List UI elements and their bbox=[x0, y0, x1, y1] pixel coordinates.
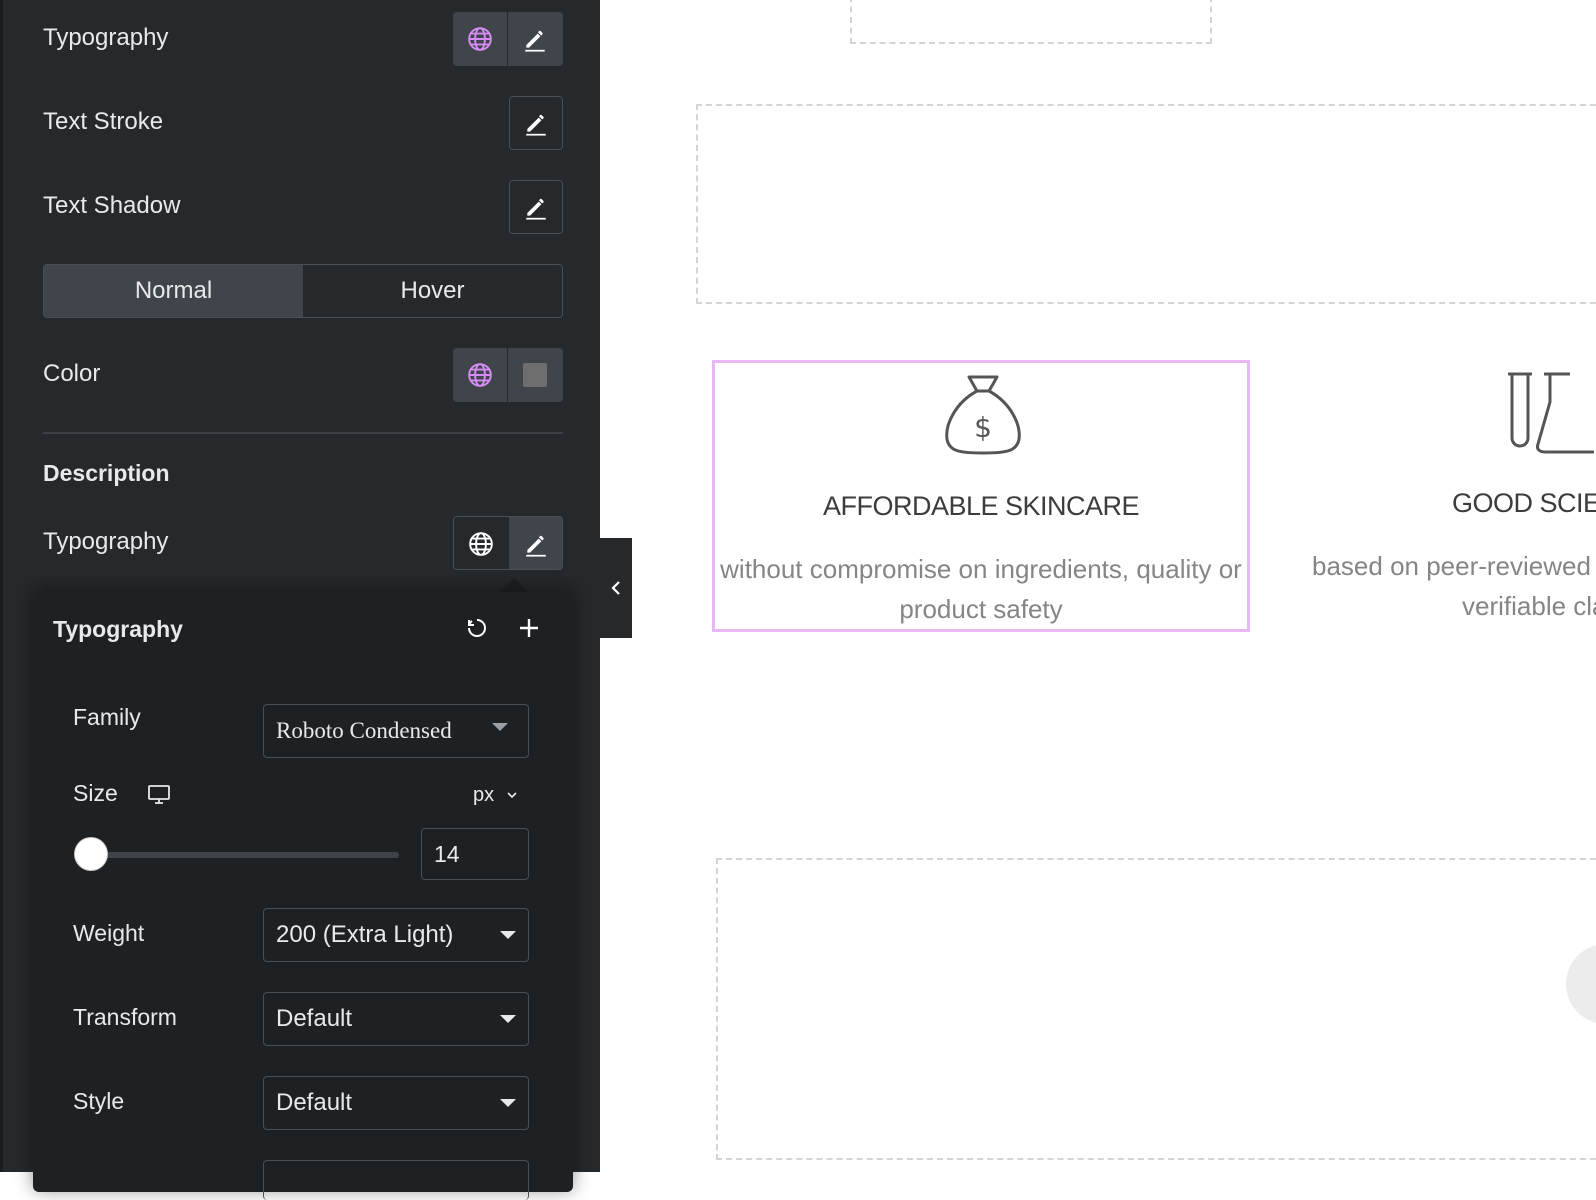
money-bag-icon: $ bbox=[945, 375, 1021, 455]
title-typography-label: Typography bbox=[43, 24, 169, 51]
pencil-icon bbox=[526, 198, 546, 220]
global-colors-button[interactable] bbox=[453, 348, 507, 402]
unit-value: px bbox=[473, 784, 495, 806]
desktop-icon[interactable] bbox=[147, 782, 171, 806]
edit-text-stroke-button[interactable] bbox=[509, 96, 563, 150]
style-value: Default bbox=[276, 1089, 353, 1116]
unit-selector[interactable]: px bbox=[473, 784, 518, 807]
family-label: Family bbox=[73, 704, 141, 730]
edit-typography-button[interactable] bbox=[507, 12, 561, 66]
globe-icon bbox=[468, 27, 492, 51]
chevron-down-icon bbox=[492, 723, 508, 731]
description-line: based on peer-reviewed sc bbox=[1312, 551, 1596, 581]
icon-box-affordable[interactable]: $ AFFORDABLE SKINCARE without compromise… bbox=[712, 360, 1250, 632]
feature-title: GOOD SCIE bbox=[1452, 488, 1596, 518]
empty-section[interactable] bbox=[716, 858, 1596, 1160]
style-select[interactable]: Default bbox=[263, 1076, 529, 1130]
desc-typography-controls bbox=[453, 516, 563, 570]
family-select[interactable]: Roboto Condensed bbox=[263, 704, 529, 758]
typography-popover: Typography Family Roboto Condensed Size … bbox=[33, 592, 573, 1200]
size-label: Size bbox=[73, 780, 118, 806]
style-panel: Typography Text Stroke Text Shadow Norma… bbox=[0, 0, 600, 1200]
section-divider bbox=[43, 432, 563, 434]
collapse-panel-button[interactable] bbox=[600, 538, 632, 638]
size-input[interactable]: 14 bbox=[421, 828, 529, 880]
title-typography-controls bbox=[453, 12, 563, 66]
lab-flask-icon bbox=[1508, 372, 1594, 454]
pencil-icon bbox=[526, 114, 546, 136]
svg-text:$: $ bbox=[974, 411, 992, 444]
transform-label: Transform bbox=[73, 1004, 177, 1030]
transform-value: Default bbox=[276, 1005, 353, 1032]
popover-title: Typography bbox=[53, 616, 183, 642]
text-shadow-label: Text Shadow bbox=[43, 192, 181, 219]
state-tabs: Normal Hover bbox=[43, 264, 563, 318]
chevron-down-icon bbox=[507, 792, 517, 799]
pencil-icon bbox=[525, 535, 546, 557]
color-swatch bbox=[522, 363, 547, 387]
global-fonts-button[interactable] bbox=[453, 12, 507, 66]
edit-typography-button[interactable] bbox=[508, 517, 562, 569]
color-swatch-button[interactable] bbox=[507, 348, 561, 402]
chevron-down-icon bbox=[500, 1099, 516, 1107]
chevron-down-icon bbox=[500, 1015, 516, 1023]
empty-column[interactable] bbox=[850, 0, 1212, 44]
feature-title: AFFORDABLE SKINCARE bbox=[822, 491, 1140, 521]
icon-box-science[interactable]: GOOD SCIE based on peer-reviewed sc veri… bbox=[1290, 360, 1596, 632]
family-value: Roboto Condensed bbox=[276, 718, 452, 743]
weight-select[interactable]: 200 (Extra Light) bbox=[263, 908, 529, 962]
text-stroke-label: Text Stroke bbox=[43, 108, 164, 135]
pencil-icon bbox=[524, 30, 545, 52]
reset-button[interactable] bbox=[455, 606, 499, 650]
size-slider-handle[interactable] bbox=[75, 838, 107, 870]
feature-description: without compromise on ingredients, quali… bbox=[715, 549, 1247, 629]
color-controls bbox=[453, 348, 563, 402]
description-section-title: Description bbox=[43, 460, 170, 486]
global-fonts-button[interactable] bbox=[454, 517, 508, 569]
description-line: product safety bbox=[899, 594, 1063, 624]
color-label: Color bbox=[43, 360, 101, 387]
edit-text-shadow-button[interactable] bbox=[509, 180, 563, 234]
add-button[interactable] bbox=[507, 606, 551, 650]
empty-section[interactable] bbox=[696, 104, 1596, 304]
next-select[interactable] bbox=[263, 1160, 529, 1200]
feature-description: based on peer-reviewed sc verifiable cla bbox=[1312, 546, 1596, 626]
globe-icon bbox=[468, 363, 492, 387]
desc-typography-label: Typography bbox=[43, 528, 169, 555]
tab-hover[interactable]: Hover bbox=[303, 265, 562, 317]
tab-normal[interactable]: Normal bbox=[44, 265, 303, 317]
size-slider-track[interactable] bbox=[81, 852, 399, 858]
chevron-left-icon bbox=[611, 581, 620, 595]
globe-icon bbox=[469, 532, 493, 556]
weight-label: Weight bbox=[73, 920, 145, 946]
description-line: without compromise on ingredients, quali… bbox=[720, 554, 1242, 584]
description-line: verifiable cla bbox=[1462, 591, 1596, 621]
weight-value: 200 (Extra Light) bbox=[276, 921, 454, 948]
plus-icon bbox=[520, 619, 538, 637]
reset-icon bbox=[468, 619, 486, 637]
chevron-down-icon bbox=[500, 931, 516, 939]
transform-select[interactable]: Default bbox=[263, 992, 529, 1046]
style-label: Style bbox=[73, 1088, 125, 1114]
